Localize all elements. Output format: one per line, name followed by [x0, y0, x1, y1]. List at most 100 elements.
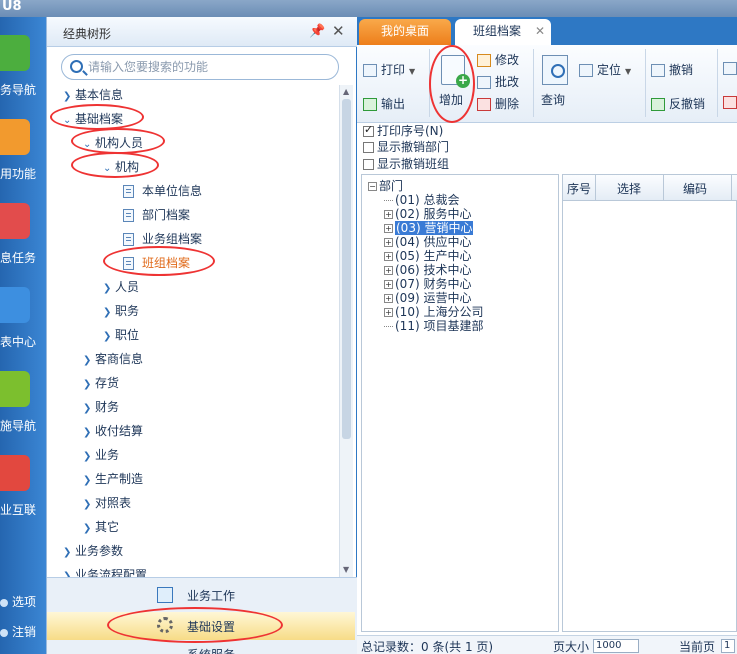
- tab-my-desktop[interactable]: 我的桌面: [359, 19, 451, 45]
- nav-report-center[interactable]: 表中心: [0, 283, 46, 353]
- dept-root[interactable]: − 部门: [368, 179, 403, 193]
- tree-scrollbar[interactable]: ▲ ▼: [339, 85, 353, 577]
- tree-node-positions[interactable]: ❯ 职位: [103, 325, 139, 345]
- expand-icon[interactable]: +: [384, 210, 393, 219]
- column-header[interactable]: 序号: [567, 180, 591, 197]
- scroll-up-icon[interactable]: ▲: [343, 87, 349, 96]
- extra-tool-button[interactable]: [723, 61, 737, 75]
- tree-node-label: 业务组档案: [142, 232, 203, 246]
- print-button[interactable]: 打印 ▼: [363, 61, 415, 78]
- tree-node-label: 财务: [95, 400, 120, 414]
- dropdown-arrow-icon: ▼: [409, 67, 416, 76]
- business-work-icon: [157, 587, 173, 603]
- expand-icon[interactable]: +: [384, 280, 393, 289]
- dept-code: (11): [395, 319, 420, 333]
- dept-item[interactable]: + (04) 供应中心: [384, 235, 471, 249]
- column-header[interactable]: 编码: [683, 180, 707, 197]
- dept-item[interactable]: + (03) 营销中心: [384, 221, 474, 235]
- close-icon[interactable]: ✕: [332, 22, 345, 40]
- dept-item[interactable]: (11) 项目基建部: [384, 319, 483, 333]
- tree-node-org-personnel[interactable]: ⌄ 机构人员: [83, 133, 143, 153]
- tree-node-mapping-table[interactable]: ❯ 对照表: [83, 493, 131, 513]
- tree-leaf-team-archive[interactable]: 班组档案: [123, 253, 190, 273]
- close-icon[interactable]: ✕: [535, 19, 545, 44]
- tree-node-other[interactable]: ❯ 其它: [83, 517, 119, 537]
- tree-node-finance[interactable]: ❯ 财务: [83, 397, 119, 417]
- output-button[interactable]: 输出: [363, 95, 405, 112]
- dept-item[interactable]: + (02) 服务中心: [384, 207, 471, 221]
- tree-node-payment-settlement[interactable]: ❯ 收付结算: [83, 421, 143, 441]
- query-button[interactable]: 查询: [539, 49, 575, 117]
- locate-button[interactable]: 定位 ▼: [579, 61, 631, 78]
- module-basic-settings[interactable]: 基础设置: [47, 612, 355, 640]
- module-system-service[interactable]: 系统服务: [47, 644, 355, 654]
- tree-leaf-unit-info[interactable]: 本单位信息: [123, 181, 202, 201]
- nav-message-tasks[interactable]: 息任务: [0, 199, 46, 269]
- chevron-right-icon: ❯: [63, 571, 72, 577]
- show-revoked-team-checkbox[interactable]: 显示撤销班组: [363, 155, 449, 172]
- expand-icon[interactable]: +: [384, 308, 393, 317]
- current-page-input[interactable]: 1: [721, 638, 735, 653]
- tree-node-manufacturing[interactable]: ❯ 生产制造: [83, 469, 143, 489]
- print-seq-checkbox[interactable]: 打印序号(N): [363, 122, 443, 139]
- module-business-work[interactable]: 业务工作: [47, 581, 355, 609]
- show-revoked-dept-checkbox[interactable]: 显示撤销部门: [363, 138, 449, 155]
- dept-item[interactable]: + (10) 上海分公司: [384, 305, 483, 319]
- tree-node-basic-info[interactable]: ❯ 基本信息: [63, 85, 123, 105]
- page-size-input[interactable]: 1000: [593, 638, 639, 653]
- scrollbar-thumb[interactable]: [342, 99, 351, 439]
- tree-node-customer-supplier[interactable]: ❯ 客商信息: [83, 349, 143, 369]
- modify-button[interactable]: 修改: [477, 51, 519, 68]
- expand-icon[interactable]: +: [384, 238, 393, 247]
- search-box[interactable]: [61, 54, 339, 80]
- nav-business-navigation[interactable]: 务导航: [0, 31, 46, 101]
- checkbox[interactable]: [363, 159, 374, 170]
- chevron-right-icon: ❯: [103, 331, 112, 342]
- tree-node-personnel[interactable]: ❯ 人员: [103, 277, 139, 297]
- toolbar-divider: [429, 49, 430, 117]
- dept-item[interactable]: + (06) 技术中心: [384, 263, 471, 277]
- tree-leaf-business-group-archive[interactable]: 业务组档案: [123, 229, 202, 249]
- dept-item[interactable]: + (09) 运营中心: [384, 291, 471, 305]
- tree-node-basic-archives[interactable]: ⌄ 基础档案: [63, 109, 123, 129]
- batch-modify-button[interactable]: 批改: [477, 73, 519, 90]
- expand-icon[interactable]: +: [384, 266, 393, 275]
- expand-icon[interactable]: +: [384, 252, 393, 261]
- options-link[interactable]: 选项: [0, 593, 36, 610]
- search-input[interactable]: [88, 58, 328, 76]
- tree-node-inventory[interactable]: ❯ 存货: [83, 373, 119, 393]
- delete-button[interactable]: 删除: [477, 95, 519, 112]
- column-header[interactable]: 选择: [617, 180, 641, 197]
- tree-node-organization[interactable]: ⌄ 机构: [103, 157, 139, 177]
- tree-node-business[interactable]: ❯ 业务: [83, 445, 119, 465]
- checkbox[interactable]: [363, 123, 374, 137]
- checkbox[interactable]: [363, 142, 374, 153]
- delete-icon: [477, 98, 491, 111]
- extra-close-button[interactable]: [723, 95, 737, 109]
- pin-icon[interactable]: 📌: [309, 24, 325, 39]
- tree-node-duties[interactable]: ❯ 职务: [103, 301, 139, 321]
- tree-node-label: 本单位信息: [142, 184, 203, 198]
- expand-icon[interactable]: +: [384, 294, 393, 303]
- chevron-right-icon: ❯: [83, 427, 92, 438]
- nav-implementation-navigation[interactable]: 施导航: [0, 367, 46, 437]
- collapse-icon[interactable]: −: [368, 182, 377, 191]
- tab-team-archive[interactable]: 班组档案 ✕: [455, 19, 551, 45]
- unrevoke-button[interactable]: 反撤销: [651, 95, 705, 112]
- revoke-button[interactable]: 撤销: [651, 61, 693, 78]
- dept-item[interactable]: + (07) 财务中心: [384, 277, 471, 291]
- dept-item[interactable]: (01) 总裁会: [384, 193, 459, 207]
- nav-enterprise-interconnect[interactable]: 业互联: [0, 451, 46, 521]
- dept-code: (09): [395, 291, 420, 305]
- scroll-down-icon[interactable]: ▼: [343, 565, 349, 574]
- expand-icon[interactable]: +: [384, 224, 393, 233]
- logout-link[interactable]: 注销: [0, 623, 36, 640]
- dept-item[interactable]: + (05) 生产中心: [384, 249, 471, 263]
- page-size-label: 页大小: [553, 640, 590, 654]
- nav-common-functions[interactable]: 用功能: [0, 115, 46, 185]
- nav-label: 务导航: [0, 83, 36, 97]
- tree-leaf-department-archive[interactable]: 部门档案: [123, 205, 190, 225]
- tree-node-business-process-config[interactable]: ❯ 业务流程配置: [63, 565, 147, 577]
- tree-node-business-params[interactable]: ❯ 业务参数: [63, 541, 123, 561]
- add-button[interactable]: + 增加: [435, 49, 471, 117]
